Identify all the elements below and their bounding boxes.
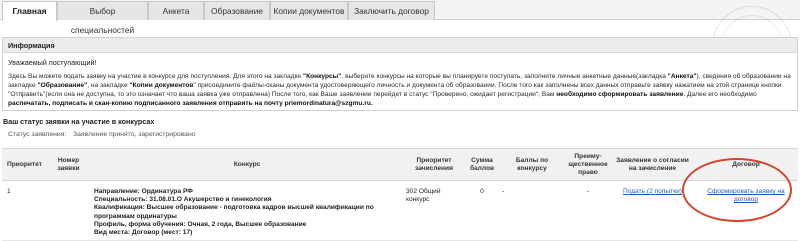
- header-score-sum: Сумма баллов: [465, 148, 499, 181]
- competition-profile: Профиль, форма обучения: Очная, 2 года, …: [94, 220, 307, 228]
- application-status-title: Ваш статус заявки на участие в конкурсах: [3, 117, 155, 126]
- competitions-table: Приоритет Номер заявки Конкурс Приоритет…: [2, 148, 798, 241]
- status-value: Заявление принято, зарегистрировано: [73, 131, 196, 138]
- header-competition: Конкурс: [91, 148, 403, 181]
- tab-specialty-selection[interactable]: Выбор специальностей: [57, 1, 148, 35]
- cell-priority: 1: [2, 180, 46, 241]
- header-priority: Приоритет: [2, 148, 46, 181]
- competition-place-type: Вид места: Договор (мест: 17): [94, 229, 193, 237]
- tab-education[interactable]: Образование: [204, 1, 270, 20]
- cell-consent: Подать (2 попытки): [611, 180, 694, 241]
- cell-score-sum: 0: [465, 180, 499, 241]
- cell-competition-score: -: [499, 180, 565, 241]
- table-row: 1 Направление: Ординатура РФ Специальнос…: [2, 180, 798, 241]
- tab-home[interactable]: Главная: [2, 1, 57, 21]
- tab-sign-contract[interactable]: Заключить договор: [348, 1, 435, 20]
- competition-direction: Направление: Ординатура РФ: [94, 188, 193, 195]
- tab-document-copies[interactable]: Копии документов: [270, 1, 348, 20]
- cell-competition: Направление: Ординатура РФ Специальность…: [91, 180, 403, 241]
- status-label: Статус заявления:: [8, 131, 67, 138]
- tab-bar: Главная Выбор специальностей Анкета Обра…: [0, 0, 800, 35]
- tab-questionnaire[interactable]: Анкета: [148, 1, 204, 20]
- header-preemptive-right: Преиму-щественное право: [565, 148, 611, 181]
- cell-preemptive-right: -: [565, 180, 611, 241]
- cell-application-number: [46, 180, 91, 241]
- application-status: Статус заявления: Заявление принято, зар…: [8, 131, 196, 138]
- instructions-text: Здесь Вы можете подать заявку на участие…: [8, 73, 791, 107]
- info-panel: Информация Уважаемый поступающий! Здесь …: [2, 37, 798, 111]
- header-enrollment-priority: Приоритет зачисления: [403, 148, 465, 181]
- header-contract: Договор: [694, 148, 798, 181]
- cell-contract: Сформировать заявку на договор: [694, 180, 798, 241]
- form-contract-request-link[interactable]: Сформировать заявку на договор: [707, 188, 784, 203]
- info-panel-title: Информация: [3, 38, 797, 53]
- cell-enrollment-priority: 302 Общий конкурс: [403, 180, 465, 241]
- greeting-text: Уважаемый поступающий!: [8, 58, 97, 67]
- submit-consent-link[interactable]: Подать (2 попытки): [623, 188, 682, 195]
- header-application-number: Номер заявки: [46, 148, 91, 181]
- table-header-row: Приоритет Номер заявки Конкурс Приоритет…: [2, 148, 798, 181]
- competition-qualification: Квалификация: Высшее образование - подго…: [94, 204, 374, 220]
- header-competition-score: Баллы по конкурсу: [499, 148, 565, 181]
- header-consent: Заявление о согласии на зачисление: [611, 148, 694, 181]
